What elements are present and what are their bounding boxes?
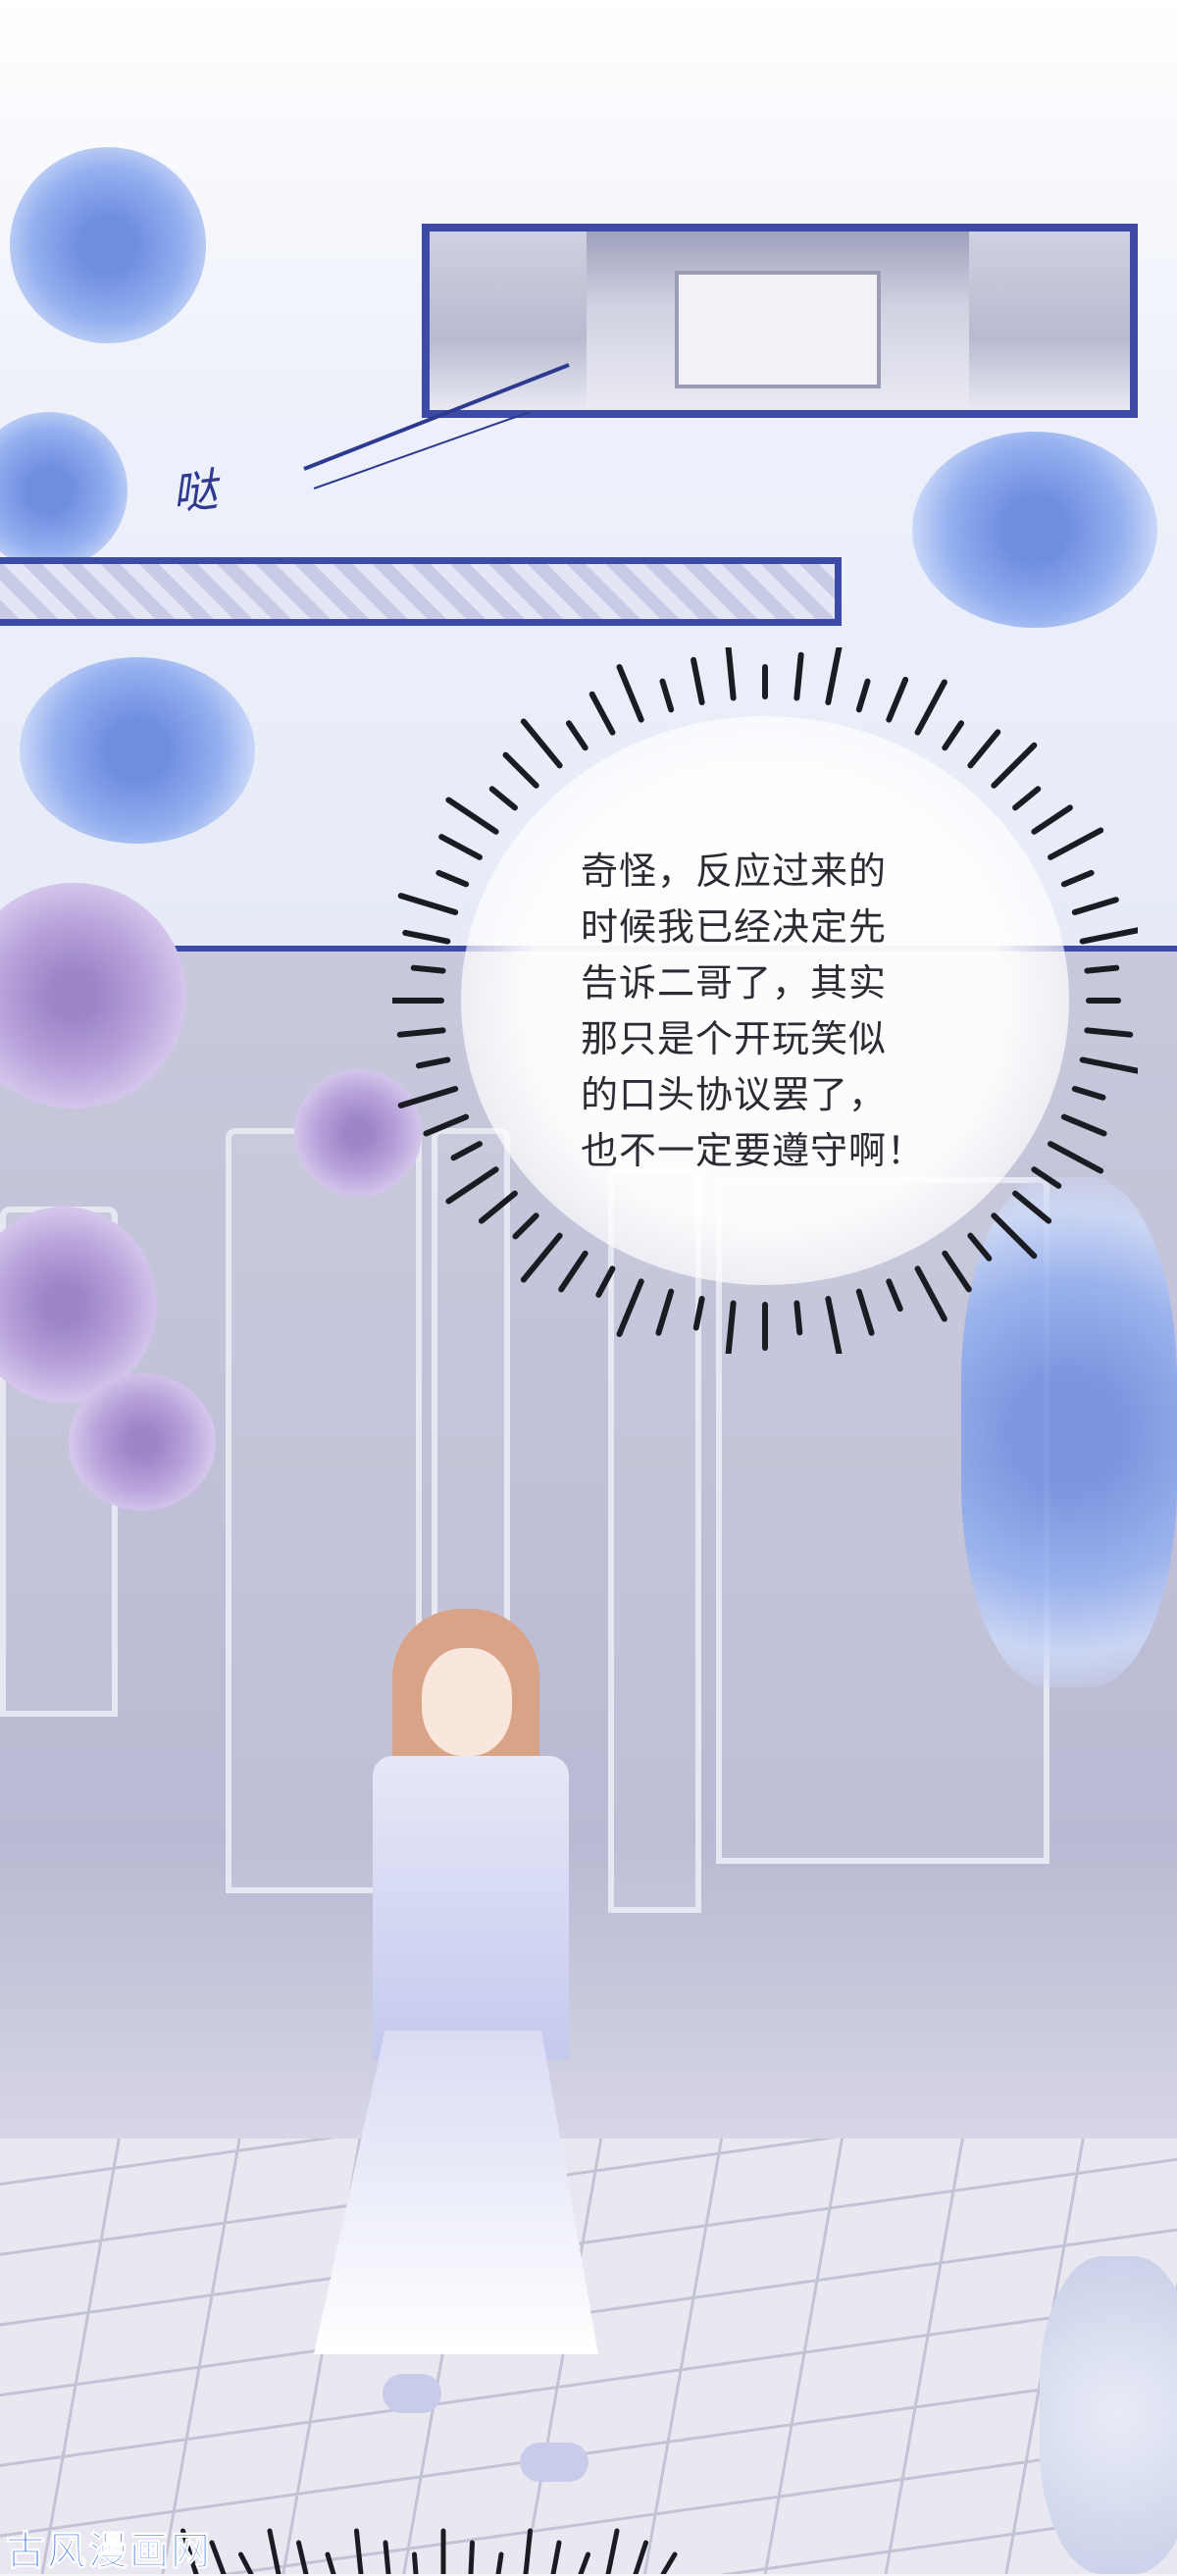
blue-flower-icon <box>10 147 206 343</box>
burst-line <box>397 893 459 916</box>
burst-line <box>550 2540 562 2574</box>
burst-line <box>468 2540 475 2574</box>
burst-line <box>991 1212 1038 1260</box>
burst-line <box>793 651 804 701</box>
burst-line <box>1084 1027 1134 1038</box>
burst-line <box>558 1250 588 1293</box>
burst-line <box>942 1250 972 1293</box>
burst-line <box>325 2551 336 2574</box>
bottom-burst-lines <box>180 2528 678 2574</box>
burst-line <box>478 1190 518 1224</box>
burst-line <box>725 647 737 701</box>
burst-line <box>1084 964 1120 974</box>
burst-line <box>435 869 470 888</box>
burst-line <box>383 2540 391 2574</box>
burst-line <box>633 2540 648 2574</box>
burst-line <box>438 834 483 860</box>
burst-line <box>793 1300 803 1336</box>
burst-line <box>445 1166 499 1205</box>
burst-line <box>595 1265 616 1298</box>
white-flower-icon <box>1040 2256 1177 2574</box>
burst-line <box>942 720 965 751</box>
burst-line <box>825 647 843 705</box>
burst-line <box>238 2551 254 2574</box>
blue-flower-icon <box>912 432 1157 628</box>
burst-line <box>296 2540 309 2574</box>
burst-line <box>692 1296 705 1331</box>
checkered-strip-panel <box>0 557 842 626</box>
burst-line <box>1031 804 1073 835</box>
burst-line <box>488 786 518 811</box>
burst-line <box>410 964 446 974</box>
blue-flower-icon <box>20 657 255 844</box>
burst-line <box>423 1113 470 1137</box>
burst-line <box>691 656 705 705</box>
dress <box>373 1756 569 2060</box>
burst-line <box>565 720 588 751</box>
watermark: 古风漫画网 <box>6 2529 212 2575</box>
burst-line <box>825 1296 843 1354</box>
burst-line <box>886 676 909 723</box>
burst-line <box>520 1232 563 1283</box>
burst-line <box>616 1278 644 1337</box>
girl-character <box>314 1609 638 2492</box>
burst-line <box>1012 786 1042 811</box>
burst-line <box>855 1288 875 1336</box>
burst-line <box>512 1212 539 1240</box>
burst-line <box>415 1056 451 1069</box>
burst-line <box>725 1300 737 1354</box>
burst-line <box>967 729 1001 769</box>
burst-line <box>886 1278 903 1313</box>
burst-line <box>354 2528 364 2574</box>
burst-line <box>1071 897 1119 916</box>
burst-line <box>1071 1085 1106 1101</box>
burst-line <box>855 678 871 713</box>
burst-line <box>588 691 616 736</box>
sound-effect: 哒 <box>169 462 221 521</box>
burst-line <box>412 2551 419 2574</box>
burst-line <box>495 2551 504 2574</box>
burst-line <box>1060 1113 1107 1137</box>
burst-line <box>396 1027 446 1038</box>
shoe-left <box>383 2374 441 2413</box>
burst-line <box>445 797 499 835</box>
burst-line <box>523 2528 533 2574</box>
burst-line <box>450 1141 483 1161</box>
burst-line <box>1048 827 1104 860</box>
burst-line <box>991 742 1038 789</box>
burst-line <box>502 751 539 789</box>
burst-line <box>660 2551 678 2574</box>
burst-line <box>1012 1190 1052 1224</box>
burst-line <box>397 1085 459 1108</box>
burst-line <box>605 2528 620 2574</box>
skirt <box>314 2031 598 2354</box>
burst-line <box>1060 869 1095 888</box>
purple-rose-icon <box>69 1373 216 1511</box>
burst-line <box>402 929 451 945</box>
burst-line <box>914 679 947 736</box>
burst-line <box>1031 1166 1062 1189</box>
burst-line <box>578 2551 590 2574</box>
burst-line <box>616 664 644 723</box>
burst-line <box>1079 927 1138 945</box>
burst-line <box>659 678 675 713</box>
shoe-right <box>520 2443 588 2482</box>
burst-line <box>520 718 563 769</box>
dialogue-text: 奇怪，反应过来的 时候我已经决定先 告诉二哥了，其实 那只是个开玩笑似 的口头协… <box>581 850 926 1172</box>
burst-line <box>1048 1141 1104 1174</box>
burst-line <box>267 2528 281 2574</box>
face <box>422 1648 512 1756</box>
burst-line <box>914 1265 947 1322</box>
burst-line <box>967 1232 993 1262</box>
burst-line <box>655 1288 675 1336</box>
burst-line <box>1079 1056 1138 1074</box>
burst-line <box>209 2540 227 2574</box>
